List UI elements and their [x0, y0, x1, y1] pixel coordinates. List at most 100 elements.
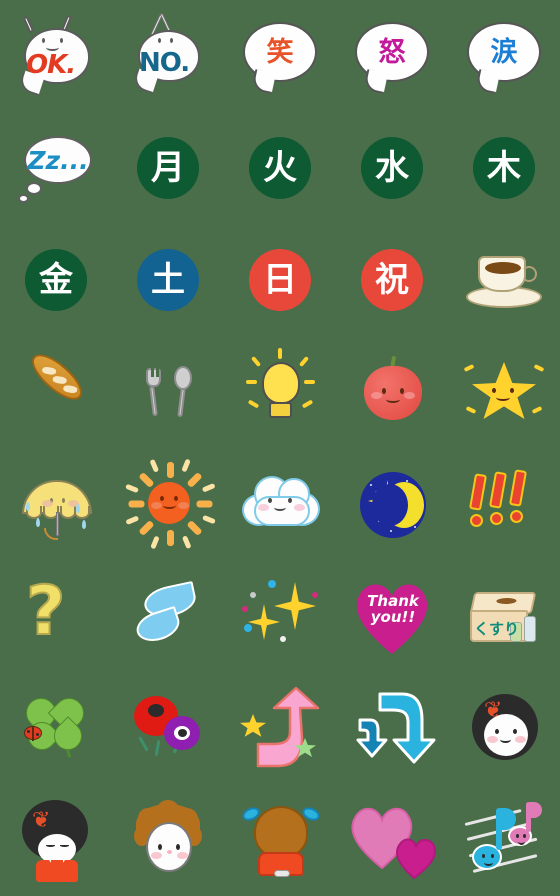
wednesday-kanji: 水: [361, 137, 423, 199]
sticker-cell-thursday[interactable]: 木: [448, 112, 560, 224]
sticker-cell-no-blob[interactable]: NO.: [112, 0, 224, 112]
spoon-head: [174, 366, 192, 390]
question-mark-icon: ?: [10, 570, 102, 662]
medicine-box-icon: くすり: [458, 570, 550, 662]
sticker-cell-curly-face[interactable]: [112, 784, 224, 896]
thursday-kanji: 木: [473, 137, 535, 199]
sticker-cell-saturday[interactable]: 土: [112, 224, 224, 336]
sticker-cell-hearts[interactable]: [336, 784, 448, 896]
sticker-cell-baguette[interactable]: [0, 336, 112, 448]
ikari-bubble: 怒: [346, 10, 438, 102]
sticker-cell-sun[interactable]: [112, 448, 224, 560]
thought-bubble: Zz...: [24, 136, 92, 184]
cloud-face-icon: [234, 458, 326, 550]
sticker-cell-girl-bob[interactable]: ❦: [448, 672, 560, 784]
boy-face: [146, 822, 192, 872]
girl-back-view-icon: [234, 794, 326, 886]
sticker-cell-coffee[interactable]: [448, 224, 560, 336]
star-body: [472, 362, 536, 419]
friday-kanji: 金: [25, 249, 87, 311]
sticker-cell-clover[interactable]: [0, 672, 112, 784]
saturday-badge: 土: [122, 234, 214, 326]
baguette-icon: [10, 346, 102, 438]
namida-text: 涙: [490, 36, 518, 68]
baguette: [25, 346, 89, 408]
sticker-cell-namida[interactable]: 涙: [448, 0, 560, 112]
sticker-cell-arrow-up[interactable]: [224, 672, 336, 784]
holiday-badge: 祝: [346, 234, 438, 326]
thank-you-heart: Thank you!!: [346, 570, 438, 662]
sticker-cell-lightbulb[interactable]: [224, 336, 336, 448]
tuesday-kanji: 火: [249, 137, 311, 199]
sunday-kanji: 日: [249, 249, 311, 311]
spoon-handle: [177, 387, 186, 418]
umbrella-rain-icon: [10, 458, 102, 550]
question-text: ?: [25, 572, 66, 651]
sticker-cell-exclamations[interactable]: [448, 448, 560, 560]
lightbulb-icon: [234, 346, 326, 438]
sticker-cell-medicine[interactable]: くすり: [448, 560, 560, 672]
sticker-cell-sunday[interactable]: 日: [224, 224, 336, 336]
warai-bubble: 笑: [234, 10, 326, 102]
sticker-cell-cutlery[interactable]: [112, 336, 224, 448]
sticker-cell-question[interactable]: ?: [0, 560, 112, 672]
sticker-cell-girl-back[interactable]: [224, 784, 336, 896]
sticker-cell-friday[interactable]: 金: [0, 224, 112, 336]
double-hearts-icon: [346, 794, 438, 886]
orange-dress: [36, 860, 78, 882]
flowers-icon: [122, 682, 214, 774]
sparkles-icon: [234, 570, 326, 662]
hearts-shape: [351, 807, 436, 880]
apple-body: [364, 366, 422, 420]
brown-back-hair: [254, 806, 308, 858]
no-text: NO.: [139, 48, 190, 78]
star-face-icon: [458, 346, 550, 438]
sticker-cell-monday[interactable]: 月: [112, 112, 224, 224]
sticker-cell-ok-blob[interactable]: OK.: [0, 0, 112, 112]
sticker-cell-sparkles[interactable]: [224, 560, 336, 672]
speech-bubble: 涙: [467, 22, 541, 82]
sticker-cell-cloud[interactable]: [224, 448, 336, 560]
shoes: [274, 870, 290, 877]
sticker-cell-ikari[interactable]: 怒: [336, 0, 448, 112]
sun-disc: [148, 482, 190, 524]
sticker-cell-water-drops[interactable]: [112, 560, 224, 672]
monday-badge: 月: [122, 122, 214, 214]
sticker-cell-tuesday[interactable]: 火: [224, 112, 336, 224]
saturday-kanji: 土: [137, 249, 199, 311]
bulb-glass: [262, 362, 300, 404]
tuesday-badge: 火: [234, 122, 326, 214]
sun-face-icon: [122, 458, 216, 550]
kusuri-text: くすり: [474, 620, 520, 638]
music-notes-icon: [458, 794, 550, 886]
bulb-base: [269, 402, 292, 418]
sticker-cell-thank-you[interactable]: Thank you!!: [336, 560, 448, 672]
red-bow: ❦: [32, 808, 51, 833]
girl-bowing-icon: ❦: [10, 794, 102, 886]
sticker-cell-flowers[interactable]: [112, 672, 224, 784]
sticker-cell-warai[interactable]: 笑: [224, 0, 336, 112]
apple-face-icon: [346, 346, 438, 438]
sticker-cell-apple[interactable]: [336, 336, 448, 448]
thank-you-text: Thank you!!: [367, 592, 419, 626]
fork-handle: [149, 385, 158, 417]
clover-ladybug-icon: [10, 682, 102, 774]
sticker-cell-moon[interactable]: [336, 448, 448, 560]
bottle-blue: [524, 616, 536, 642]
sticker-cell-holiday[interactable]: 祝: [336, 224, 448, 336]
cup-handle: [521, 266, 537, 282]
cup: [478, 256, 537, 292]
sticker-cell-sleep[interactable]: Zz...: [0, 112, 112, 224]
no-blob: NO.: [122, 10, 214, 102]
sticker-cell-girl-bowing[interactable]: ❦: [0, 784, 112, 896]
sticker-cell-star[interactable]: [448, 336, 560, 448]
arrow-up-pink-icon: [234, 682, 326, 774]
sticker-cell-wednesday[interactable]: 水: [336, 112, 448, 224]
thought-dot-small: [18, 194, 29, 203]
pink-note-flag: [530, 802, 542, 818]
moon-night-icon: [346, 458, 438, 550]
warai-text: 笑: [266, 36, 294, 68]
sticker-cell-umbrella[interactable]: [0, 448, 112, 560]
sticker-cell-arrow-down[interactable]: [336, 672, 448, 784]
sticker-cell-music-notes[interactable]: [448, 784, 560, 896]
